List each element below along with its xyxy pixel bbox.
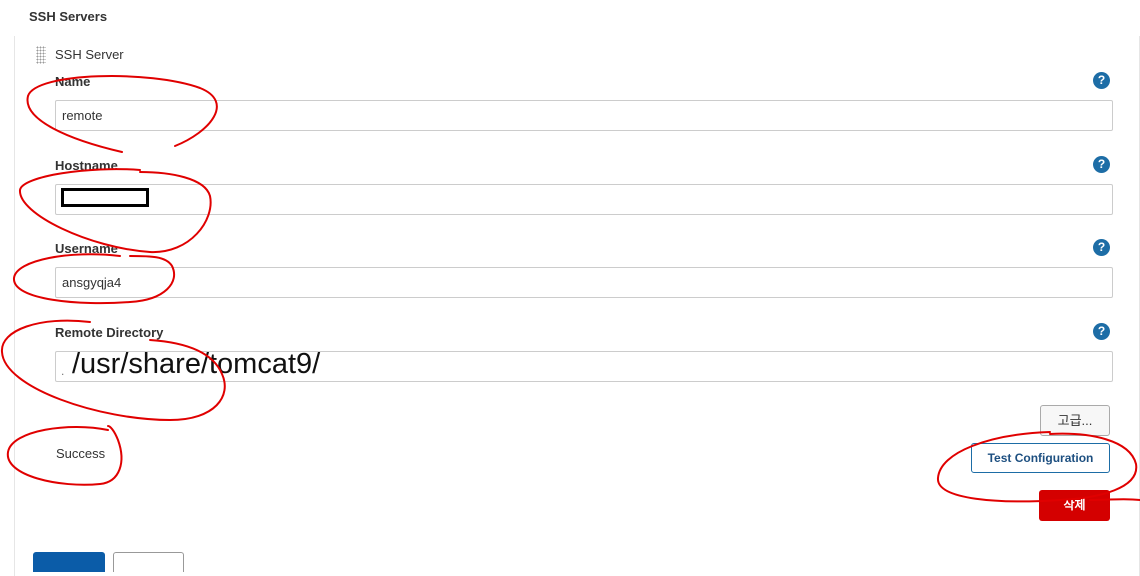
remote-directory-help-icon[interactable]: ? bbox=[1093, 323, 1110, 340]
remote-directory-label: Remote Directory bbox=[55, 325, 164, 340]
ssh-server-title: SSH Server bbox=[55, 47, 124, 62]
advanced-button[interactable]: 고급... bbox=[1040, 405, 1110, 436]
username-label: Username bbox=[55, 241, 118, 256]
remote-directory-value: /usr/share/tomcat9/ bbox=[72, 348, 321, 380]
name-help-icon[interactable]: ? bbox=[1093, 72, 1110, 89]
name-input[interactable]: remote bbox=[55, 100, 1113, 131]
test-status-text: Success bbox=[56, 446, 106, 461]
username-input[interactable]: ansgyqja4 bbox=[55, 267, 1113, 298]
hostname-help-icon[interactable]: ? bbox=[1093, 156, 1110, 173]
test-configuration-button[interactable]: Test Configuration bbox=[971, 443, 1110, 473]
apply-button[interactable] bbox=[113, 552, 184, 572]
section-title: SSH Servers bbox=[29, 9, 108, 24]
username-help-icon[interactable]: ? bbox=[1093, 239, 1110, 256]
name-label: Name bbox=[55, 74, 91, 89]
hostname-label: Hostname bbox=[55, 158, 118, 173]
remote-directory-prefix: . bbox=[61, 364, 65, 378]
redaction-box bbox=[61, 188, 149, 207]
delete-button[interactable]: 삭제 bbox=[1039, 490, 1110, 521]
save-button[interactable] bbox=[33, 552, 105, 572]
drag-handle-icon[interactable] bbox=[36, 46, 46, 64]
hostname-input[interactable] bbox=[55, 184, 1113, 215]
